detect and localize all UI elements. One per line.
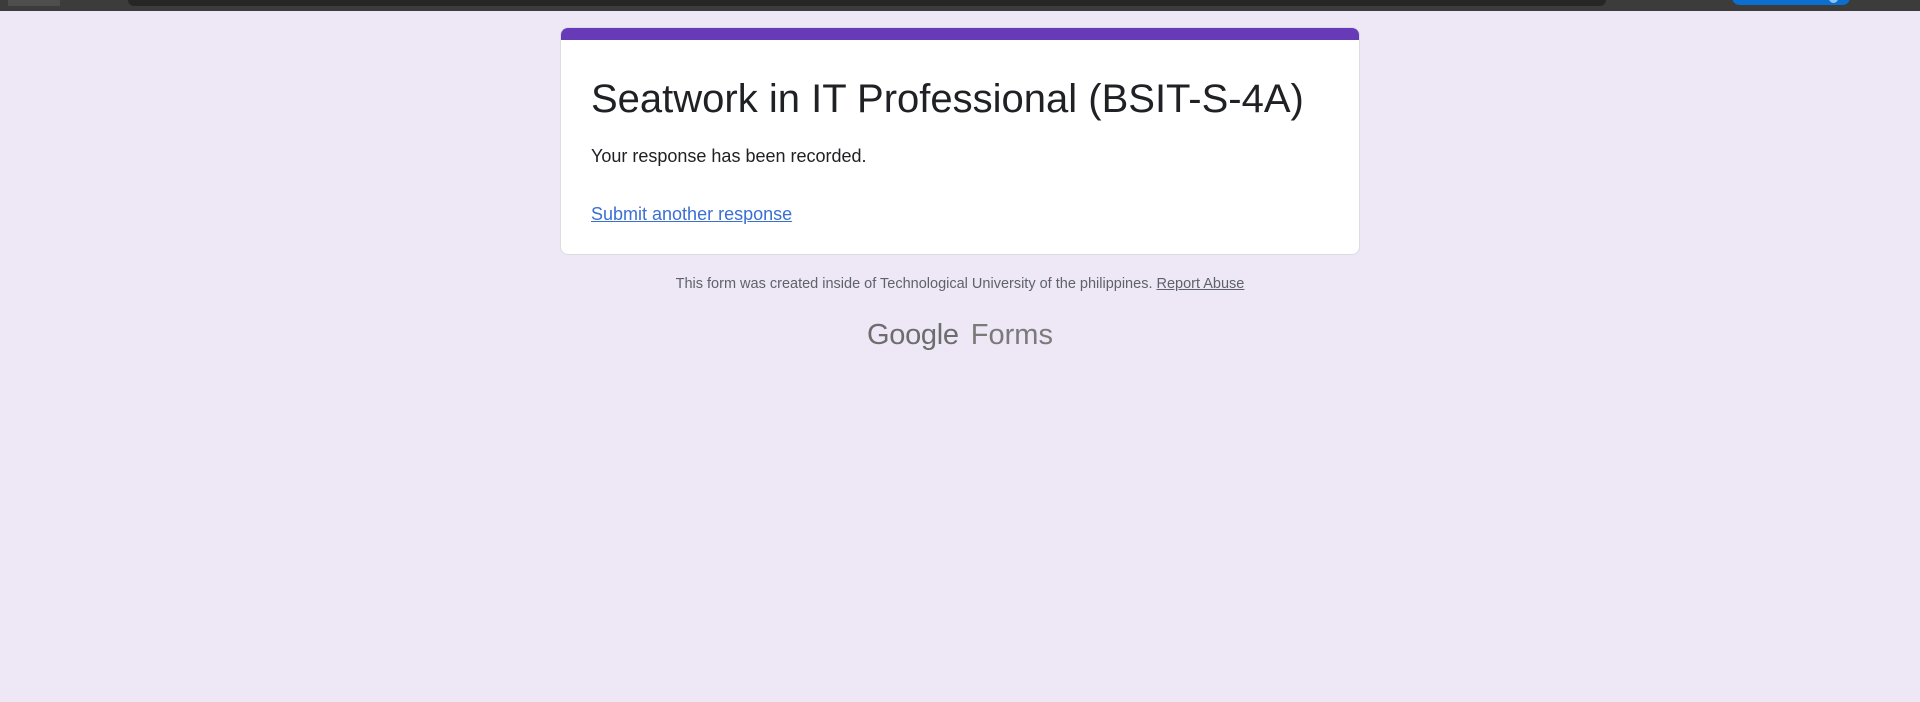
footer-note: This form was created inside of Technolo… [560,275,1360,294]
confirmation-message: Your response has been recorded. [591,146,867,166]
browser-toolbar-strip [0,0,1920,11]
google-wordmark: Google [867,319,959,351]
footer-note-text: This form was created inside of Technolo… [675,276,1153,292]
browser-address-bar[interactable] [128,0,1606,6]
form-title: Seatwork in IT Professional (BSIT-S-4A) [591,77,1304,121]
google-forms-logo[interactable]: Google Forms [560,318,1360,353]
browser-profile-button[interactable] [1732,0,1850,5]
report-abuse-link[interactable]: Report Abuse [1157,276,1245,292]
browser-tab[interactable] [8,0,60,6]
form-confirmation-card: Seatwork in IT Professional (BSIT-S-4A) … [560,27,1360,255]
card-accent-bar [561,28,1359,40]
profile-avatar-icon [1829,0,1838,3]
forms-wordmark: Forms [970,319,1053,351]
submit-another-response-link[interactable]: Submit another response [591,203,792,226]
